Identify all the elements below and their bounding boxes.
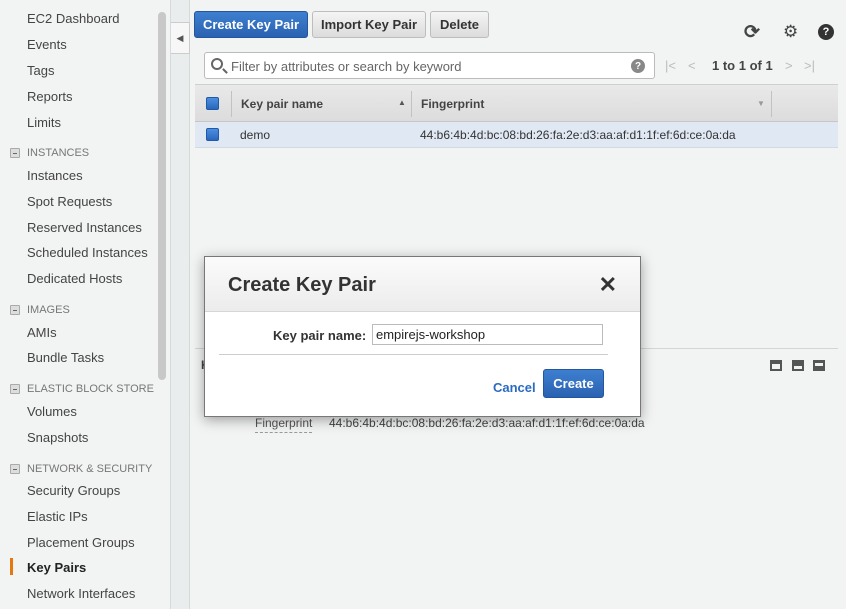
sidebar-item-key-pairs[interactable]: Key Pairs <box>27 560 86 575</box>
search-input[interactable] <box>231 57 611 75</box>
sidebar-item-events[interactable]: Events <box>27 37 67 52</box>
delete-button[interactable]: Delete <box>430 11 489 38</box>
sidebar-item-reports[interactable]: Reports <box>27 89 73 104</box>
sidebar-item-reserved-instances[interactable]: Reserved Instances <box>27 220 142 235</box>
sidebar-scrollbar[interactable] <box>158 12 166 380</box>
first-page-icon[interactable]: |< <box>665 58 676 73</box>
cancel-button[interactable]: Cancel <box>493 380 536 395</box>
import-key-pair-button[interactable]: Import Key Pair <box>312 11 426 38</box>
sidebar-item-elastic-ips[interactable]: Elastic IPs <box>27 509 88 524</box>
select-all-checkbox[interactable] <box>206 97 219 110</box>
collapse-icon <box>10 305 20 315</box>
next-page-icon[interactable]: > <box>785 58 793 73</box>
row-checkbox[interactable] <box>206 128 219 141</box>
sidebar-item-security-groups[interactable]: Security Groups <box>27 483 120 498</box>
search-help-icon[interactable]: ? <box>631 59 645 73</box>
section-ebs[interactable]: ELASTIC BLOCK STORE <box>10 383 154 395</box>
section-network[interactable]: NETWORK & SECURITY <box>10 463 152 475</box>
collapse-icon <box>10 384 20 394</box>
detail-fingerprint-value: 44:b6:4b:4d:bc:08:bd:26:fa:2e:d3:aa:af:d… <box>329 416 645 430</box>
sidebar-item-volumes[interactable]: Volumes <box>27 404 77 419</box>
section-instances-label: INSTANCES <box>27 147 90 159</box>
dialog-header: Create Key Pair ✕ <box>205 257 640 312</box>
sidebar-item-spot-requests[interactable]: Spot Requests <box>27 194 112 209</box>
column-header-fingerprint[interactable]: Fingerprint <box>421 97 484 111</box>
table-row[interactable]: demo 44:b6:4b:4d:bc:08:bd:26:fa:2e:d3:aa… <box>195 122 838 148</box>
section-instances[interactable]: INSTANCES <box>10 147 89 159</box>
pane-layout-split-icon[interactable] <box>792 360 804 371</box>
sidebar-item-scheduled-instances[interactable]: Scheduled Instances <box>27 245 148 260</box>
sort-ascending-icon[interactable]: ▲ <box>398 98 406 107</box>
row-fingerprint: 44:b6:4b:4d:bc:08:bd:26:fa:2e:d3:aa:af:d… <box>420 128 736 142</box>
refresh-icon[interactable]: ⟳ <box>744 21 760 44</box>
sidebar-item-tags[interactable]: Tags <box>27 63 54 78</box>
sidebar-item-amis[interactable]: AMIs <box>27 325 57 340</box>
sidebar-item-bundle-tasks[interactable]: Bundle Tasks <box>27 350 104 365</box>
help-icon[interactable]: ? <box>818 24 834 40</box>
section-images-label: IMAGES <box>27 304 70 316</box>
section-images[interactable]: IMAGES <box>10 304 70 316</box>
create-key-pair-button[interactable]: Create Key Pair <box>194 11 308 38</box>
sidebar-collapse-strip <box>170 0 190 609</box>
pane-layout-bottom-icon[interactable] <box>770 360 782 371</box>
sidebar-item-limits[interactable]: Limits <box>27 115 61 130</box>
key-pair-name-label: Key pair name: <box>273 328 367 343</box>
sort-indicator-icon[interactable]: ▼ <box>757 99 765 108</box>
last-page-icon[interactable]: >| <box>804 58 815 73</box>
section-network-label: NETWORK & SECURITY <box>27 463 153 475</box>
pager-text: 1 to 1 of 1 <box>712 58 773 73</box>
active-indicator <box>10 558 13 575</box>
collapse-icon <box>10 464 20 474</box>
sidebar-item-dedicated-hosts[interactable]: Dedicated Hosts <box>27 271 122 286</box>
sidebar-item-instances[interactable]: Instances <box>27 168 83 183</box>
row-key-name: demo <box>240 128 271 142</box>
sidebar-item-placement-groups[interactable]: Placement Groups <box>27 535 135 550</box>
column-divider <box>231 91 232 117</box>
sidebar-item-snapshots[interactable]: Snapshots <box>27 430 88 445</box>
gear-icon[interactable]: ⚙ <box>783 22 798 42</box>
detail-fingerprint-label: Fingerprint <box>255 416 313 433</box>
dialog-separator <box>219 354 608 355</box>
column-divider <box>411 91 412 117</box>
create-button[interactable]: Create <box>543 369 604 398</box>
prev-page-icon[interactable]: < <box>688 58 696 73</box>
sidebar: EC2 Dashboard Events Tags Reports Limits… <box>0 0 170 609</box>
search-icon <box>211 58 223 70</box>
column-divider <box>771 91 772 117</box>
close-icon[interactable]: ✕ <box>599 274 617 296</box>
collapse-icon <box>10 148 20 158</box>
sidebar-item-network-interfaces[interactable]: Network Interfaces <box>27 586 135 601</box>
section-ebs-label: ELASTIC BLOCK STORE <box>27 383 154 395</box>
create-key-pair-dialog: Create Key Pair ✕ Key pair name: Cancel … <box>204 256 641 417</box>
key-pair-name-input[interactable] <box>372 324 603 345</box>
sidebar-item-ec2-dashboard[interactable]: EC2 Dashboard <box>27 11 120 26</box>
search-box[interactable]: ? <box>204 52 655 79</box>
dialog-title: Create Key Pair <box>228 274 376 296</box>
column-header-name[interactable]: Key pair name <box>241 97 323 111</box>
collapse-sidebar-button[interactable]: ◀ <box>171 22 190 54</box>
pane-layout-full-icon[interactable] <box>813 360 825 371</box>
chevron-left-icon: ◀ <box>176 32 184 43</box>
table-header: Key pair name ▲ Fingerprint ▼ <box>195 84 838 122</box>
